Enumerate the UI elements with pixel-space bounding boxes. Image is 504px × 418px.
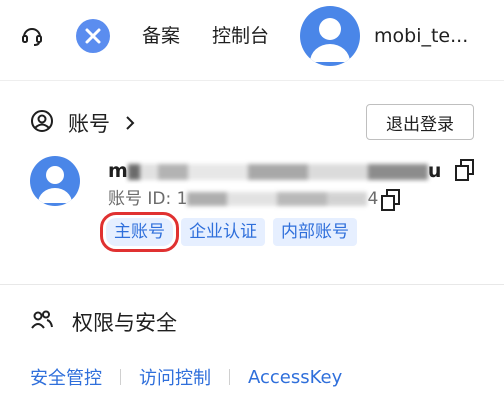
account-header[interactable]: 账号 xyxy=(30,108,136,138)
link-separator xyxy=(229,369,230,385)
copy-icon[interactable] xyxy=(454,158,476,182)
account-tags: 主账号 企业认证 内部账号 xyxy=(100,212,357,252)
username[interactable]: mobi_te... xyxy=(374,23,468,49)
link-accesskey[interactable]: AccessKey xyxy=(248,367,342,388)
account-name: mui... xyxy=(108,160,440,182)
tag-enterprise-verified: 企业认证 xyxy=(181,218,265,246)
user-circle-icon xyxy=(30,109,54,137)
link-separator xyxy=(120,369,121,385)
permission-links: 安全管控 访问控制 AccessKey xyxy=(30,364,342,390)
account-id: 账号 ID: 14 xyxy=(108,189,379,209)
logout-button[interactable]: 退出登录 xyxy=(366,104,474,140)
redacted-text xyxy=(127,163,428,180)
permissions-title: 权限与安全 xyxy=(72,311,177,335)
headset-icon[interactable] xyxy=(20,24,44,48)
nav-beian[interactable]: 备案 xyxy=(142,23,180,49)
divider xyxy=(0,284,504,285)
top-bar: 备案 控制台 mobi_te... xyxy=(0,0,504,72)
permissions-header: 权限与安全 xyxy=(30,308,177,336)
tag-internal-account: 内部账号 xyxy=(273,218,357,246)
link-security-control[interactable]: 安全管控 xyxy=(30,364,102,390)
nav-console[interactable]: 控制台 xyxy=(212,23,269,49)
users-icon xyxy=(30,308,54,336)
tag-main-account: 主账号 xyxy=(100,212,179,252)
user-avatar[interactable] xyxy=(300,6,360,66)
redacted-text xyxy=(187,192,368,206)
brand-logo-icon[interactable] xyxy=(76,19,110,53)
account-avatar xyxy=(30,156,80,206)
account-title: 账号 xyxy=(68,112,110,136)
copy-id-icon[interactable] xyxy=(380,188,402,212)
link-access-control[interactable]: 访问控制 xyxy=(139,364,211,390)
divider xyxy=(0,80,504,81)
chevron-right-icon xyxy=(124,115,136,131)
